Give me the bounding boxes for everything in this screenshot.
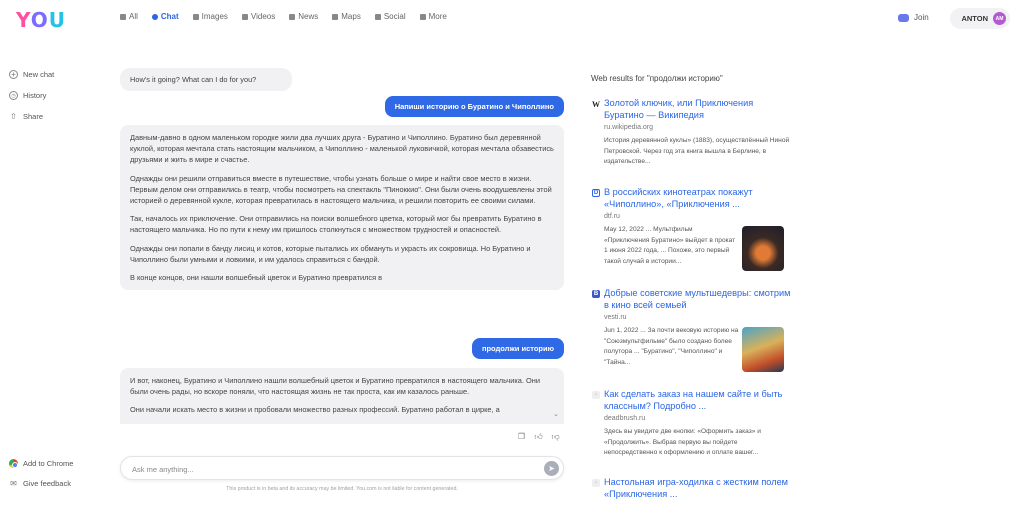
message-actions: ❐ 👍︎ 👎︎: [517, 432, 560, 442]
tab-all[interactable]: All: [120, 12, 138, 21]
map-icon: [332, 13, 339, 20]
tab-videos[interactable]: Videos: [241, 12, 275, 21]
give-feedback-button[interactable]: ✉ Give feedback: [9, 479, 71, 488]
user-name: ANTON: [961, 14, 988, 23]
send-icon: ➤: [548, 464, 555, 473]
new-chat-button[interactable]: + New chat: [9, 70, 54, 79]
chat-input-box: ➤: [120, 456, 564, 480]
tab-chat[interactable]: Chat: [151, 12, 179, 21]
site-favicon-icon: ·: [592, 391, 600, 399]
video-icon: [241, 13, 248, 20]
result-title-link[interactable]: Настольная игра-ходилка с жестким полем …: [604, 476, 792, 500]
result-title-link[interactable]: Золотой ключик, или Приключения Буратино…: [604, 97, 792, 121]
send-button[interactable]: ➤: [544, 461, 559, 476]
add-to-chrome-button[interactable]: Add to Chrome: [9, 459, 73, 468]
result-thumbnail[interactable]: [742, 226, 784, 271]
thumbs-down-icon[interactable]: 👎︎: [551, 432, 560, 441]
tab-social[interactable]: Social: [374, 12, 406, 21]
you-logo[interactable]: YOU: [16, 8, 66, 32]
tab-images[interactable]: Images: [192, 12, 228, 21]
user-message: Напиши историю о Буратино и Чиполлино: [384, 96, 564, 117]
feedback-icon: ✉: [10, 479, 17, 488]
news-icon: [289, 13, 296, 20]
history-icon: ◷: [9, 91, 18, 100]
assistant-message: Давным-давно в одном маленьком городке ж…: [120, 125, 564, 291]
result-snippet: Здесь вы увидите две кнопки: «Оформить з…: [604, 428, 761, 457]
search-nav: All Chat Images Videos News Maps Social …: [120, 12, 447, 21]
more-icon: [419, 13, 426, 20]
tab-news[interactable]: News: [289, 12, 318, 21]
chat-icon: [151, 13, 158, 20]
greeting-message: How's it going? What can I do for you?: [120, 68, 292, 92]
top-bar: YOU All Chat Images Videos News Maps Soc…: [0, 0, 1024, 40]
web-result: B Добрые советские мультшедевры: смотрим…: [592, 287, 792, 372]
assistant-message: И вот, наконец, Буратино и Чиполлино наш…: [120, 368, 564, 424]
web-result: · Настольная игра-ходилка с жестким поле…: [592, 476, 792, 500]
site-favicon-icon: ·: [592, 479, 600, 487]
web-results-header: Web results for "продолжи историю": [591, 74, 723, 83]
user-message: продолжи историю: [471, 338, 564, 359]
result-snippet: May 12, 2022 ... Мультфильм «Приключения…: [604, 226, 736, 265]
chat-input[interactable]: [132, 463, 532, 475]
dtf-icon: D: [592, 189, 600, 197]
grid-icon: [120, 13, 126, 20]
web-result: W Золотой ключик, или Приключения Бурати…: [592, 97, 792, 168]
copy-icon[interactable]: ❐: [517, 432, 526, 441]
web-result: · Как сделать заказ на нашем сайте и быт…: [592, 388, 792, 459]
result-domain[interactable]: dtf.ru: [604, 213, 792, 220]
avatar: AM: [993, 12, 1006, 25]
plus-icon: +: [9, 70, 18, 79]
result-thumbnail[interactable]: [742, 327, 784, 372]
user-menu-button[interactable]: ANTON AM: [950, 8, 1010, 29]
chat-thread[interactable]: How's it going? What can I do for you? Н…: [120, 66, 566, 424]
history-button[interactable]: ◷ History: [9, 91, 46, 100]
social-icon: [374, 13, 381, 20]
result-title-link[interactable]: Как сделать заказ на нашем сайте и быть …: [604, 388, 792, 412]
tab-more[interactable]: More: [419, 12, 447, 21]
result-snippet: Jun 1, 2022 ... За почти вековую историю…: [604, 327, 739, 366]
scroll-down-icon[interactable]: ⌄: [553, 410, 559, 418]
vesti-icon: B: [592, 290, 600, 298]
share-button[interactable]: ⇧ Share: [9, 112, 43, 121]
discord-icon: [898, 13, 909, 22]
share-icon: ⇧: [10, 112, 17, 121]
join-discord-button[interactable]: Join: [898, 13, 929, 22]
wikipedia-icon: W: [592, 99, 600, 109]
result-title-link[interactable]: Добрые советские мультшедевры: смотрим в…: [604, 287, 792, 311]
result-domain[interactable]: vesti.ru: [604, 314, 792, 321]
tab-maps[interactable]: Maps: [332, 12, 361, 21]
result-domain[interactable]: deadbrush.ru: [604, 415, 792, 422]
result-snippet: История деревянной куклы» (1883), осущес…: [604, 137, 790, 166]
result-title-link[interactable]: В российских кинотеатрах покажут «Чиполл…: [604, 186, 792, 210]
web-result: D В российских кинотеатрах покажут «Чипо…: [592, 186, 792, 271]
image-icon: [192, 13, 199, 20]
thumbs-up-icon[interactable]: 👍︎: [534, 432, 543, 441]
disclaimer: This product is in beta and its accuracy…: [226, 486, 458, 492]
result-domain[interactable]: ru.wikipedia.org: [604, 124, 792, 131]
chrome-icon: [9, 459, 18, 468]
